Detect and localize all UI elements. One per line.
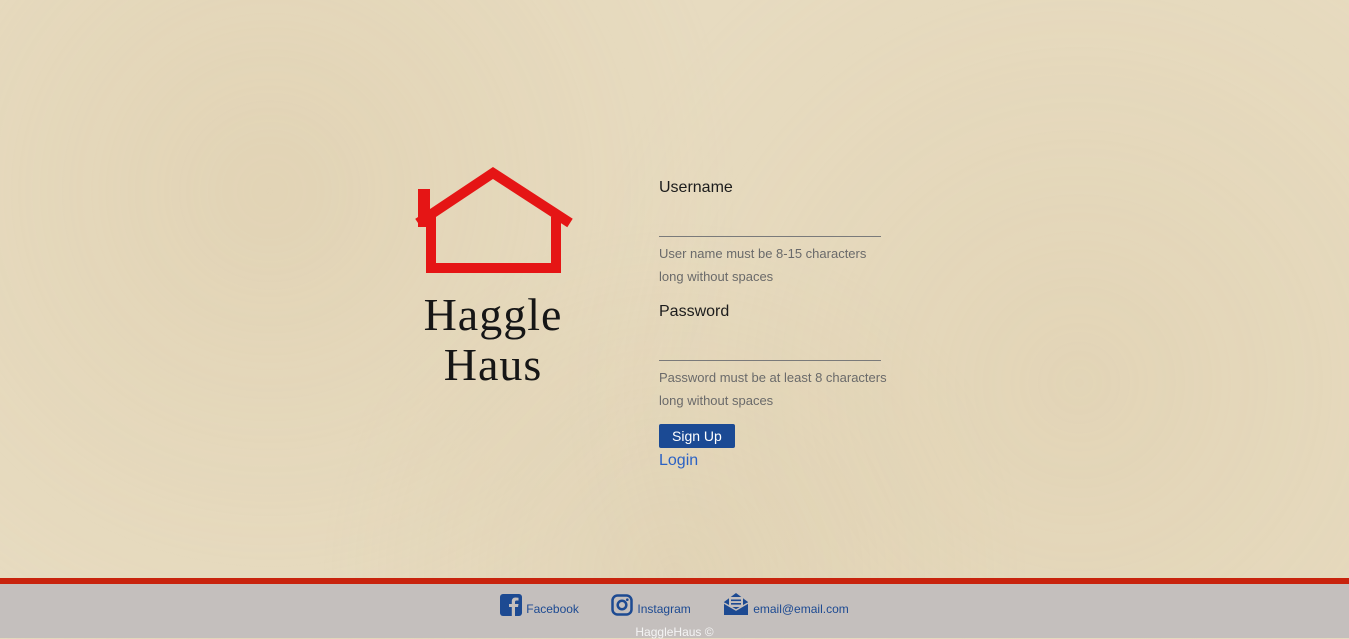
username-input[interactable]: [659, 210, 881, 237]
email-link[interactable]: email@email.com: [723, 592, 849, 616]
username-hint: User name must be 8-15 characters long w…: [659, 246, 867, 284]
username-label: Username: [659, 179, 733, 196]
brand-line-1: Haggle: [423, 289, 563, 340]
signup-form: Username User name must be 8-15 characte…: [659, 178, 899, 470]
haggle-haus-logo: Haggle Haus: [388, 165, 598, 388]
footer: Facebook Instagram email@email.com Haggl…: [0, 578, 1349, 639]
email-icon: [723, 593, 749, 615]
instagram-label: Instagram: [637, 602, 691, 616]
password-hint: Password must be at least 8 characters l…: [659, 370, 887, 408]
copyright-text: HaggleHaus ©: [635, 625, 714, 639]
facebook-icon: [500, 594, 523, 616]
signup-button[interactable]: Sign Up: [659, 424, 735, 448]
facebook-label: Facebook: [526, 602, 579, 616]
password-label: Password: [659, 303, 730, 320]
instagram-icon: [611, 594, 634, 616]
login-link[interactable]: Login: [659, 452, 899, 470]
instagram-link[interactable]: Instagram: [611, 594, 691, 616]
brand-wordmark: Haggle Haus: [388, 292, 598, 388]
password-input[interactable]: [659, 334, 881, 361]
email-label: email@email.com: [753, 602, 849, 616]
house-icon: [415, 167, 573, 273]
footer-links: Facebook Instagram email@email.com: [0, 592, 1349, 621]
brand-line-2: Haus: [443, 339, 543, 390]
main-content: Haggle Haus Username User name must be 8…: [0, 0, 1349, 578]
facebook-link[interactable]: Facebook: [500, 594, 579, 616]
